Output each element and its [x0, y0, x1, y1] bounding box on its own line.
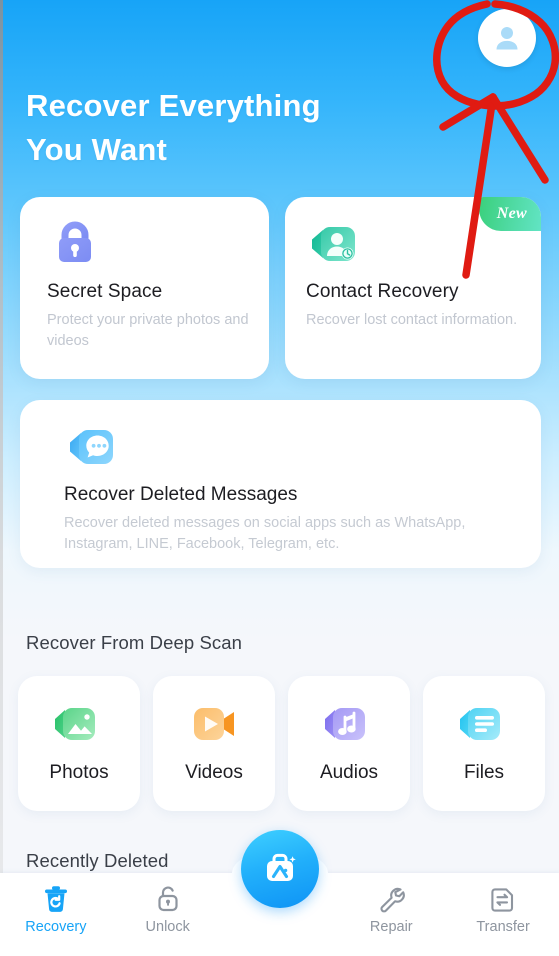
card-recover-deleted-messages[interactable]: Recover Deleted Messages Recover deleted…	[20, 400, 541, 568]
tile-audios[interactable]: Audios	[288, 676, 410, 811]
trash-restore-icon	[44, 886, 67, 912]
tile-videos[interactable]: Videos	[153, 676, 275, 811]
section-title-recently-deleted: Recently Deleted	[26, 850, 169, 871]
card-title: Contact Recovery	[306, 281, 459, 302]
card-secret-space[interactable]: Secret Space Protect your private photos…	[20, 197, 269, 379]
card-title: Secret Space	[47, 281, 163, 302]
nav-label: Repair	[369, 919, 413, 935]
app-screen: Recover Everything You Want Secret Space…	[0, 0, 559, 956]
tile-files[interactable]: Files	[423, 676, 545, 811]
photo-icon	[51, 700, 107, 757]
nav-item-unlock[interactable]: Unlock	[112, 873, 224, 956]
screen-left-edge	[0, 0, 3, 956]
nav-item-recovery[interactable]: Recovery	[0, 873, 112, 956]
ai-toolbox-icon	[266, 853, 296, 881]
nav-label: Unlock	[145, 919, 190, 935]
tile-label: Audios	[319, 762, 379, 783]
card-description: Recover deleted messages on social apps …	[64, 515, 466, 553]
tile-label: Videos	[185, 762, 243, 783]
ai-toolbox-fab-button[interactable]	[240, 830, 319, 908]
contact-clock-icon	[306, 217, 364, 280]
document-icon	[456, 700, 512, 757]
page-title-line2: You Want	[26, 132, 168, 168]
open-padlock-icon	[158, 886, 178, 912]
section-title-deep-scan: Recover From Deep Scan	[26, 632, 243, 653]
new-badge: New	[478, 197, 541, 231]
tile-label: Files	[463, 762, 505, 783]
page-title-line1: Recover Everything	[26, 88, 321, 123]
nav-item-repair[interactable]: Repair	[335, 873, 447, 956]
nav-label: Transfer	[476, 919, 530, 935]
music-icon	[321, 700, 377, 757]
transfer-file-icon	[491, 888, 514, 912]
lock-icon	[47, 217, 103, 278]
tile-label: Photos	[49, 762, 109, 783]
bottom-navigation-bar: Recovery Unlock Repair Transfer	[0, 830, 559, 956]
video-icon	[186, 700, 242, 757]
card-contact-recovery[interactable]: New Contact Recovery Recover lost contac…	[285, 197, 541, 379]
chat-bubble-icon	[64, 420, 122, 483]
account-avatar-button[interactable]	[478, 9, 536, 67]
tile-photos[interactable]: Photos	[18, 676, 140, 811]
wrench-icon	[380, 887, 406, 913]
card-description: Recover lost contact information.	[306, 312, 518, 328]
page-title: Recover Everything You Want	[26, 84, 406, 172]
nav-label: Recovery	[25, 919, 87, 935]
person-icon	[496, 27, 518, 50]
nav-item-transfer[interactable]: Transfer	[447, 873, 559, 956]
card-description: Protect your private photos and videos	[47, 312, 249, 349]
card-title: Recover Deleted Messages	[64, 484, 298, 505]
nav-center-spacer	[224, 830, 336, 956]
